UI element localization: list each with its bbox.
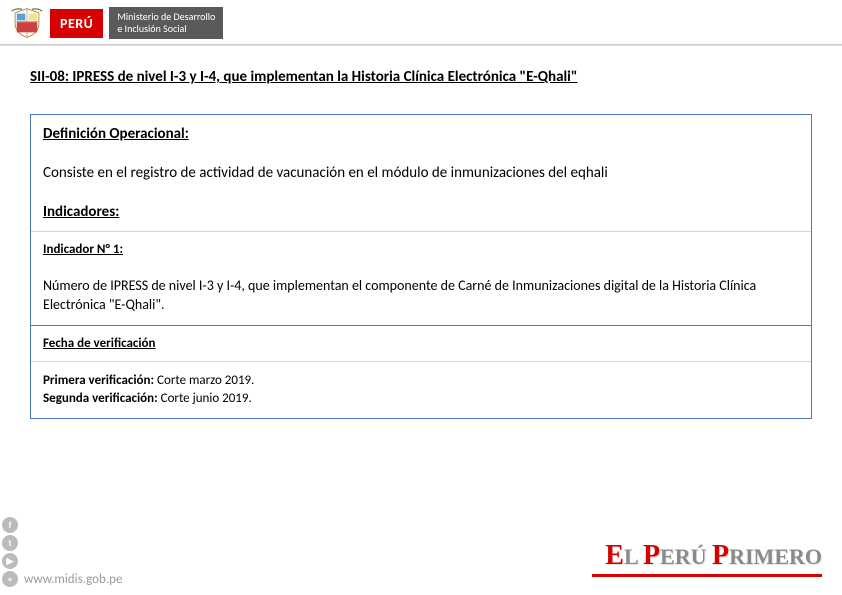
flickr-icon[interactable]: ∘ — [2, 571, 18, 587]
slogan-underline — [592, 574, 822, 577]
primera-value: Corte marzo 2019. — [154, 373, 254, 388]
youtube-icon[interactable]: ▶ — [2, 553, 18, 569]
ministry-label: Ministerio de Desarrollo e Inclusión Soc… — [109, 7, 223, 39]
ministry-line2: e Inclusión Social — [117, 23, 215, 35]
social-icons: f t ▶ ∘ — [2, 517, 18, 587]
header-divider — [0, 44, 842, 46]
twitter-icon[interactable]: t — [2, 535, 18, 551]
footer-url: www.midis.gob.pe — [24, 572, 122, 587]
slogan-text: EL PERÚ PRIMERO — [592, 540, 822, 572]
gov-header: PERÚ Ministerio de Desarrollo e Inclusió… — [0, 0, 842, 44]
indicator-1-label: Indicador N° 1: — [43, 242, 799, 257]
page-title: SII-08: IPRESS de nivel I-3 y I-4, que i… — [30, 68, 812, 86]
indicators-heading: Indicadores: — [43, 203, 799, 221]
definition-heading: Definición Operacional: — [43, 125, 799, 143]
peru-coat-of-arms-icon — [10, 6, 44, 40]
facebook-icon[interactable]: f — [2, 517, 18, 533]
segunda-value: Corte junio 2019. — [158, 391, 252, 406]
slogan: EL PERÚ PRIMERO — [592, 540, 822, 577]
segunda-label: Segunda verificación: — [43, 391, 158, 406]
main-content: SII-08: IPRESS de nivel I-3 y I-4, que i… — [0, 48, 842, 419]
definition-box: Definición Operacional: Consiste en el r… — [30, 114, 812, 419]
definition-text: Consiste en el registro de actividad de … — [43, 163, 799, 183]
indicator-1-text: Número de IPRESS de nivel I-3 y I-4, que… — [43, 277, 799, 315]
verification-date-heading: Fecha de verificación — [43, 336, 799, 351]
verification-dates: Primera verificación: Corte marzo 2019. … — [31, 361, 811, 418]
country-badge: PERÚ — [50, 9, 103, 38]
primera-label: Primera verificación: — [43, 373, 154, 388]
